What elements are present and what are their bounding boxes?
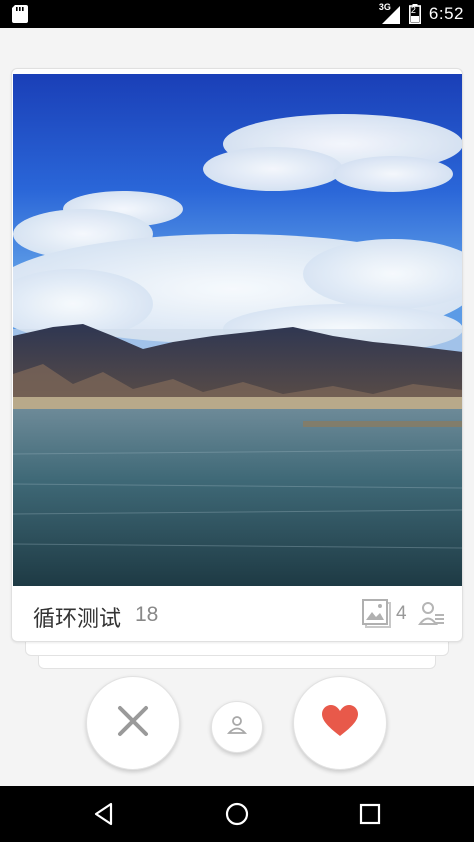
clock: 6:52 xyxy=(428,4,464,23)
card-age: 18 xyxy=(135,603,159,626)
profile-card[interactable]: 循环测试 18 4 xyxy=(11,68,463,642)
like-button[interactable] xyxy=(293,676,387,770)
home-icon[interactable] xyxy=(222,800,252,828)
heart-icon xyxy=(321,704,359,742)
card-title: 循环测试 xyxy=(33,607,122,632)
status-bar: 3G 2 6:52 xyxy=(0,0,474,28)
back-icon[interactable] xyxy=(89,800,119,828)
profile-list-icon[interactable] xyxy=(418,600,446,632)
photo-gallery-icon xyxy=(362,599,392,633)
close-icon xyxy=(116,704,150,742)
battery-level: 2 xyxy=(410,5,416,15)
person-icon xyxy=(226,714,248,740)
signal-3g-icon: 3G xyxy=(379,2,401,24)
card-footer: 循环测试 18 4 xyxy=(12,586,462,641)
profile-photo[interactable] xyxy=(13,74,463,586)
profile-button[interactable] xyxy=(211,701,263,753)
navigation-bar xyxy=(0,786,474,842)
photo-count: 4 xyxy=(396,603,407,624)
sd-card-icon xyxy=(12,5,28,27)
main-content: 循环测试 18 4 xyxy=(0,28,474,786)
dislike-button[interactable] xyxy=(86,676,180,770)
battery-icon: 2 xyxy=(408,4,421,25)
recents-icon[interactable] xyxy=(355,800,385,828)
